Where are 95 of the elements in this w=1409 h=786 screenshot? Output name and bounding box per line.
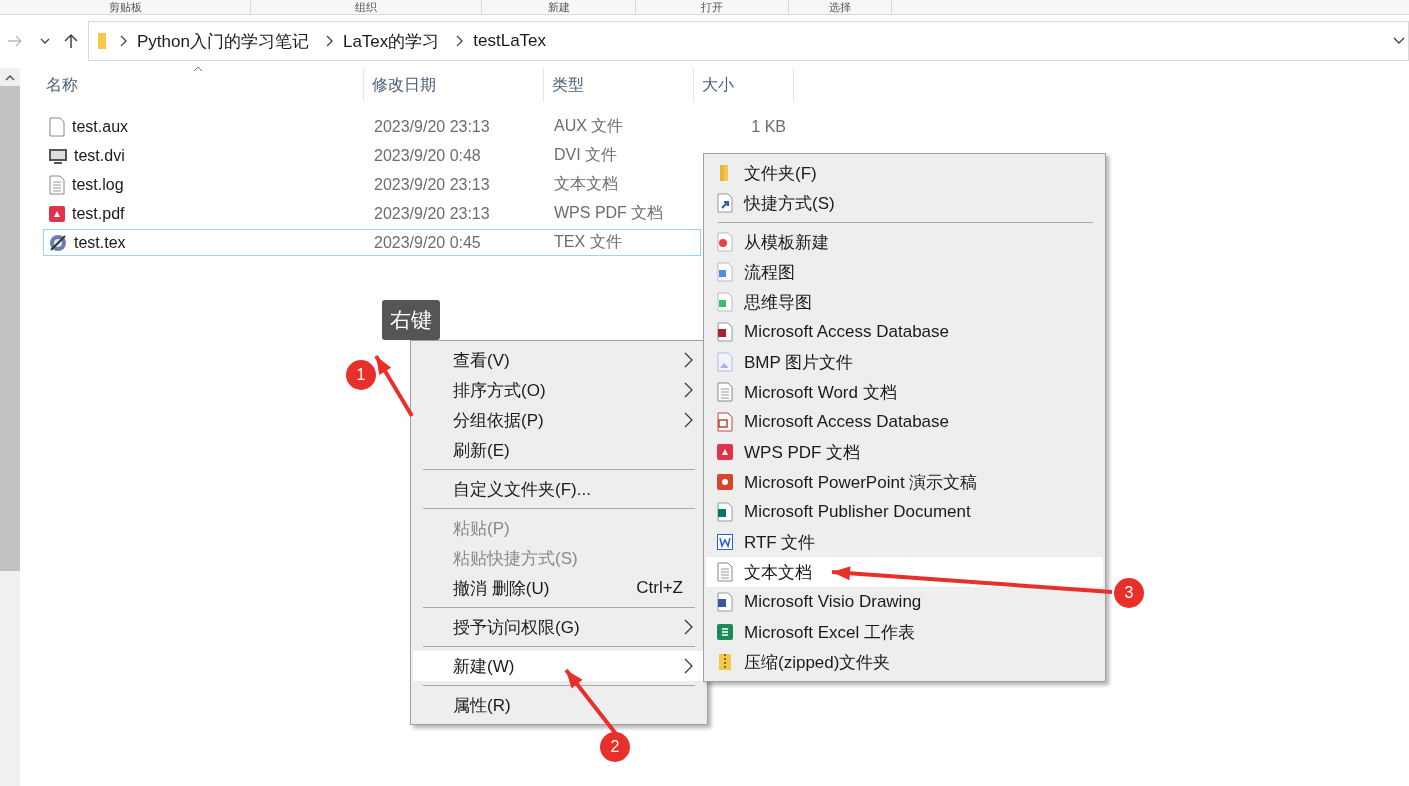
file-row[interactable]: test.aux 2023/9/20 23:13 AUX 文件 1 KB <box>43 113 797 140</box>
forward-arrow-icon <box>7 35 23 47</box>
step-number-badge: 2 <box>600 732 630 762</box>
menu-item[interactable]: 从模板新建 <box>706 227 1103 257</box>
chevron-right-icon <box>119 35 127 47</box>
annotation-arrow <box>374 354 414 418</box>
file-type: WPS PDF 文档 <box>554 203 665 223</box>
file-icon <box>716 352 734 372</box>
file-icon <box>716 412 734 432</box>
breadcrumb-item[interactable]: testLaTex <box>467 31 553 51</box>
file-name: test.aux <box>72 117 130 136</box>
file-icon <box>716 562 734 582</box>
menu-item[interactable]: Microsoft PowerPoint 演示文稿 <box>706 467 1103 497</box>
file-icon <box>716 232 734 252</box>
ribbon-group-label: 打开 <box>701 1 723 13</box>
file-name: test.tex <box>74 233 127 252</box>
modified-date: 2023/9/20 0:45 <box>374 233 482 252</box>
file-icon <box>716 592 734 612</box>
file-icon <box>716 292 734 312</box>
spreadsheet-icon <box>716 622 734 642</box>
menu-item[interactable]: Microsoft Access Database <box>706 317 1103 347</box>
menu-item[interactable]: 文件夹(F) <box>706 158 1103 188</box>
chevron-right-icon <box>455 35 464 47</box>
modified-date: 2023/9/20 23:13 <box>374 175 491 194</box>
menu-item[interactable]: 快捷方式(S) <box>706 188 1103 218</box>
file-icon <box>716 262 734 282</box>
ribbon-group-label: 选择 <box>829 1 851 13</box>
menu-item[interactable]: 排序方式(O) <box>413 375 705 405</box>
menu-item[interactable]: WPS PDF 文档 <box>706 437 1103 467</box>
up-arrow-icon <box>64 33 78 49</box>
column-header[interactable]: 大小 <box>702 74 734 96</box>
file-icon <box>48 116 66 137</box>
file-name: test.pdf <box>72 204 126 223</box>
monitor-icon <box>48 146 68 165</box>
menu-item[interactable]: Microsoft Visio Drawing <box>706 587 1103 617</box>
menu-item[interactable]: 流程图 <box>706 257 1103 287</box>
file-icon <box>716 502 734 522</box>
file-row[interactable]: test.tex 2023/9/20 0:45 TEX 文件 <box>43 229 701 256</box>
column-header[interactable]: 类型 <box>552 74 584 96</box>
file-name: test.log <box>72 175 125 194</box>
zip-folder-icon <box>716 652 734 672</box>
step-number-badge: 3 <box>1114 578 1144 608</box>
column-header[interactable]: 名称 <box>46 74 78 96</box>
file-row[interactable]: test.log 2023/9/20 23:13 文本文档 <box>43 171 701 198</box>
file-icon <box>48 174 66 195</box>
file-size: 1 KB <box>750 117 787 136</box>
menu-item[interactable]: 压缩(zipped)文件夹 <box>706 647 1103 677</box>
menu-item[interactable]: 刷新(E) <box>413 435 705 465</box>
file-name: test.dvi <box>74 146 126 165</box>
scrollbar[interactable] <box>0 68 20 786</box>
breadcrumb-item[interactable]: LaTex的学习 <box>336 29 446 53</box>
tex-file-icon <box>48 232 68 253</box>
file-row[interactable]: test.dvi 2023/9/20 0:48 DVI 文件 <box>43 142 701 169</box>
menu-item[interactable]: 新建(W) <box>413 651 705 681</box>
pdf-app-icon <box>716 442 734 462</box>
column-header[interactable]: 修改日期 <box>372 74 436 96</box>
menu-item[interactable]: 属性(R) <box>413 690 705 720</box>
file-type: TEX 文件 <box>554 232 623 252</box>
menu-item[interactable]: Microsoft Access Database <box>706 407 1103 437</box>
ribbon-group-label: 剪贴板 <box>108 1 142 13</box>
menu-item[interactable]: RTF 文件 <box>706 527 1103 557</box>
ribbon-group-label: 组织 <box>355 1 377 13</box>
breadcrumb-item[interactable]: Python入门的学习笔记 <box>131 29 315 53</box>
menu-item[interactable]: 思维导图 <box>706 287 1103 317</box>
address-bar[interactable]: Python入门的学习笔记 LaTex的学习 testLaTex <box>88 21 1409 61</box>
file-type: DVI 文件 <box>554 145 619 165</box>
chevron-right-icon <box>324 35 333 47</box>
ribbon-group-label: 新建 <box>547 1 570 13</box>
pdf-app-icon <box>48 203 66 224</box>
menu-item[interactable]: Microsoft Excel 工作表 <box>706 617 1103 647</box>
file-icon <box>716 193 734 213</box>
file-type: AUX 文件 <box>554 116 625 136</box>
scroll-up-icon[interactable] <box>5 74 15 82</box>
folder-icon <box>95 32 109 50</box>
menu-item[interactable]: 文本文档 <box>706 557 1103 587</box>
menu-item[interactable]: 查看(V) <box>413 345 705 375</box>
presentation-icon <box>716 472 734 492</box>
menu-item[interactable]: 分组依据(P) <box>413 405 705 435</box>
chevron-down-icon <box>39 37 51 45</box>
menu-item[interactable]: 撤消 删除(U) Ctrl+Z <box>413 573 705 603</box>
file-row[interactable]: test.pdf 2023/9/20 23:13 WPS PDF 文档 <box>43 200 701 227</box>
tooltip: 右键 <box>382 300 440 340</box>
document-icon <box>716 532 734 552</box>
file-type: 文本文档 <box>554 174 619 194</box>
menu-item[interactable]: 授予访问权限(G) <box>413 612 705 642</box>
menu-item[interactable]: BMP 图片文件 <box>706 347 1103 377</box>
file-icon <box>716 382 734 402</box>
menu-item[interactable]: Microsoft Word 文档 <box>706 377 1103 407</box>
menu-item[interactable]: Microsoft Publisher Document <box>706 497 1103 527</box>
modified-date: 2023/9/20 0:48 <box>374 146 482 165</box>
modified-date: 2023/9/20 23:13 <box>374 117 491 136</box>
chevron-down-icon[interactable] <box>1392 36 1406 46</box>
modified-date: 2023/9/20 23:13 <box>374 204 491 223</box>
menu-item[interactable]: 自定义文件夹(F)... <box>413 474 705 504</box>
file-icon <box>716 322 734 342</box>
